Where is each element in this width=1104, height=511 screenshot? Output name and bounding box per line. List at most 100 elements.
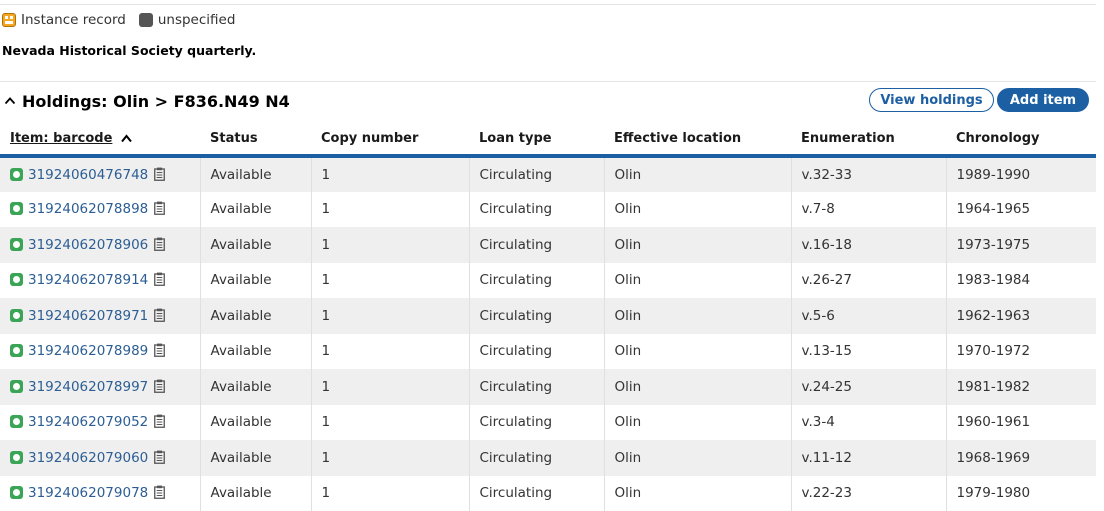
table-row[interactable]: 31924062079060Available1CirculatingOlinv… [0,440,1096,476]
clipboard-icon[interactable] [154,167,165,181]
barcode-link[interactable]: 31924062078906 [28,237,148,253]
cell-copy-number: 1 [311,227,469,263]
clipboard-icon[interactable] [154,414,165,428]
add-item-button[interactable]: Add item [997,88,1089,112]
clipboard-icon[interactable] [154,485,165,499]
barcode-link[interactable]: 31924062079052 [28,414,148,430]
cell-effective-location: Olin [604,476,791,511]
cell-barcode: 31924062078914 [0,263,200,299]
clipboard-icon[interactable] [154,272,165,286]
cell-chronology: 1964-1965 [946,192,1096,228]
table-row[interactable]: 31924062078906Available1CirculatingOlinv… [0,227,1096,263]
cell-copy-number: 1 [311,476,469,511]
cell-status: Available [200,334,311,370]
barcode-link[interactable]: 31924062078989 [28,343,148,359]
cell-status: Available [200,192,311,228]
cell-loan-type: Circulating [469,476,604,511]
cell-status: Available [200,369,311,405]
column-header-barcode-label: Item: barcode [10,131,112,146]
cell-enumeration: v.32-33 [791,156,946,192]
barcode-link[interactable]: 31924062078898 [28,201,148,217]
cell-enumeration: v.13-15 [791,334,946,370]
column-header-barcode[interactable]: Item: barcode [0,123,200,156]
available-status-icon [10,168,23,181]
cell-copy-number: 1 [311,369,469,405]
unspecified-label: unspecified [158,12,236,28]
cell-barcode: 31924062079078 [0,476,200,511]
cell-chronology: 1981-1982 [946,369,1096,405]
cell-status: Available [200,263,311,299]
column-header-effective-location[interactable]: Effective location [604,123,791,156]
cell-loan-type: Circulating [469,334,604,370]
items-table-body: 31924060476748Available1CirculatingOlinv… [0,156,1096,511]
available-status-icon [10,202,23,215]
clipboard-icon[interactable] [154,343,165,357]
barcode-link[interactable]: 31924062079060 [28,450,148,466]
cell-copy-number: 1 [311,192,469,228]
cell-enumeration: v.5-6 [791,298,946,334]
instance-record-icon [2,13,16,27]
column-header-enumeration[interactable]: Enumeration [791,123,946,156]
cell-effective-location: Olin [604,156,791,192]
cell-copy-number: 1 [311,263,469,299]
clipboard-icon[interactable] [154,379,165,393]
cell-effective-location: Olin [604,192,791,228]
cell-status: Available [200,405,311,441]
record-legend: Instance record unspecified [2,11,235,29]
cell-effective-location: Olin [604,298,791,334]
table-row[interactable]: 31924062078914Available1CirculatingOlinv… [0,263,1096,299]
cell-status: Available [200,227,311,263]
column-header-chronology[interactable]: Chronology [946,123,1096,156]
cell-barcode: 31924062078971 [0,298,200,334]
available-status-icon [10,273,23,286]
cell-effective-location: Olin [604,440,791,476]
table-row[interactable]: 31924062078989Available1CirculatingOlinv… [0,334,1096,370]
cell-effective-location: Olin [604,227,791,263]
cell-loan-type: Circulating [469,440,604,476]
cell-enumeration: v.26-27 [791,263,946,299]
column-header-status[interactable]: Status [200,123,311,156]
table-row[interactable]: 31924062078898Available1CirculatingOlinv… [0,192,1096,228]
clipboard-icon[interactable] [154,308,165,322]
view-holdings-button[interactable]: View holdings [869,88,994,112]
cell-copy-number: 1 [311,156,469,192]
cell-barcode: 31924060476748 [0,156,200,192]
barcode-link[interactable]: 31924060476748 [28,167,148,183]
barcode-link[interactable]: 31924062078914 [28,272,148,288]
cell-copy-number: 1 [311,405,469,441]
clipboard-icon[interactable] [154,450,165,464]
available-status-icon [10,309,23,322]
instance-title: Nevada Historical Society quarterly. [2,43,256,58]
section-divider [0,81,1096,82]
cell-enumeration: v.16-18 [791,227,946,263]
barcode-link[interactable]: 31924062078997 [28,379,148,395]
cell-status: Available [200,298,311,334]
cell-effective-location: Olin [604,405,791,441]
barcode-link[interactable]: 31924062078971 [28,308,148,324]
table-row[interactable]: 31924062079052 Available1CirculatingOlinv… [0,405,1096,441]
holdings-title: Holdings: Olin > F836.N49 N4 [22,92,290,111]
cell-status: Available [200,476,311,511]
cell-effective-location: Olin [604,334,791,370]
column-header-loan-type[interactable]: Loan type [469,123,604,156]
sort-ascending-icon [121,134,132,143]
cell-chronology: 1983-1984 [946,263,1096,299]
cell-barcode: 31924062078906 [0,227,200,263]
barcode-link[interactable]: 31924062079078 [28,485,148,501]
available-status-icon [10,415,23,428]
cell-enumeration: v.11-12 [791,440,946,476]
column-header-copy-number[interactable]: Copy number [311,123,469,156]
chevron-up-icon[interactable] [4,95,16,107]
table-row[interactable]: 31924062079078Available1CirculatingOlinv… [0,476,1096,511]
cell-loan-type: Circulating [469,405,604,441]
clipboard-icon[interactable] [154,201,165,215]
cell-enumeration: v.3-4 [791,405,946,441]
cell-loan-type: Circulating [469,298,604,334]
holdings-accordion-header[interactable]: Holdings: Olin > F836.N49 N4 [4,89,290,113]
clipboard-icon[interactable] [154,237,165,251]
table-row[interactable]: 31924062078997Available1CirculatingOlinv… [0,369,1096,405]
table-row[interactable]: 31924062078971Available1CirculatingOlinv… [0,298,1096,334]
available-status-icon [10,486,23,499]
table-row[interactable]: 31924060476748Available1CirculatingOlinv… [0,156,1096,192]
cell-chronology: 1962-1963 [946,298,1096,334]
